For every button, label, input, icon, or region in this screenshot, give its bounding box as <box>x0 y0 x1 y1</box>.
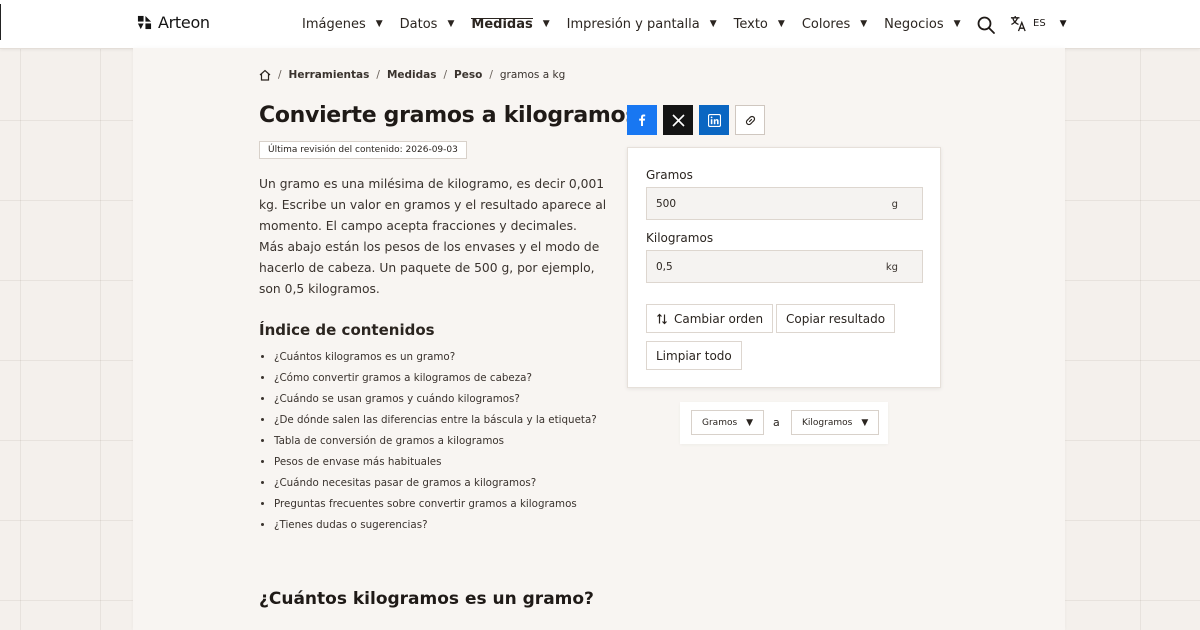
caret-down-icon: ▼ <box>709 19 717 29</box>
table-of-contents: ¿Cuántos kilogramos es un gramo? ¿Cómo c… <box>259 348 597 537</box>
toc-link[interactable]: ¿Tienes dudas o sugerencias? <box>274 516 597 537</box>
kilograms-field: kg <box>646 250 923 283</box>
toc-link[interactable]: Pesos de envase más habituales <box>274 453 597 474</box>
nav-item-negocios[interactable]: Negocios ▼ <box>884 0 960 48</box>
breadcrumb-separator: / <box>489 69 493 81</box>
caret-down-icon: ▼ <box>542 19 550 29</box>
to-field-label: Kilogramos <box>646 231 714 245</box>
nav-label: Texto <box>733 16 768 32</box>
nav-label: Imágenes <box>302 16 366 32</box>
swap-order-button[interactable]: Cambiar orden <box>646 304 774 333</box>
window-edge-line <box>0 4 1 40</box>
caret-down-icon: ▼ <box>375 19 383 29</box>
share-x-button[interactable] <box>663 105 693 135</box>
logo-text: Arteon <box>158 13 210 32</box>
home-icon[interactable] <box>259 69 271 81</box>
breadcrumb: / Herramientas / Medidas / Peso / gramos… <box>259 69 565 81</box>
x-icon <box>671 113 685 127</box>
kilograms-input[interactable] <box>647 251 876 282</box>
breadcrumb-link-medidas[interactable]: Medidas <box>387 69 437 81</box>
to-unit-value: Kilogramos <box>802 417 853 428</box>
link-icon <box>745 115 755 125</box>
unit-separator: a <box>773 416 780 429</box>
breadcrumb-link-peso[interactable]: Peso <box>454 69 482 81</box>
grams-field: g <box>646 187 923 220</box>
caret-down-icon: ▼ <box>1059 18 1067 29</box>
from-unit-select[interactable]: Gramos ▼ <box>691 410 765 435</box>
translate-icon <box>1010 15 1026 32</box>
nav-item-datos[interactable]: Datos ▼ <box>400 0 455 48</box>
nav-label: Negocios <box>884 16 944 32</box>
to-unit-select[interactable]: Kilogramos ▼ <box>791 410 880 435</box>
site-logo[interactable]: Arteon <box>137 13 210 32</box>
language-selector[interactable]: ES ▼ <box>1010 15 1067 32</box>
main-nav: Imágenes ▼ Datos ▼ Medidas ▼ Impresión y… <box>302 0 978 48</box>
from-unit-value: Gramos <box>702 417 738 428</box>
breadcrumb-separator: / <box>278 69 282 81</box>
intro-text: Un gramo es una milésima de kilogramo, e… <box>259 174 609 300</box>
unit-selector-bar: Gramos ▼ a Kilogramos ▼ <box>680 402 888 444</box>
grams-input[interactable] <box>647 188 876 219</box>
caret-down-icon: ▼ <box>447 19 455 29</box>
caret-down-icon: ▼ <box>953 19 961 29</box>
converter-card: Gramos g Kilogramos kg Cambiar orden Cop… <box>627 147 941 388</box>
nav-label: Colores <box>801 16 851 32</box>
clear-all-label: Limpiar todo <box>656 348 732 363</box>
toc-link[interactable]: ¿De dónde salen las diferencias entre la… <box>274 411 597 432</box>
revision-date-badge: Última revisión del contenido: 2026-09-0… <box>259 141 467 159</box>
toc-link[interactable]: ¿Cuándo se usan gramos y cuándo kilogram… <box>274 390 597 411</box>
caret-down-icon: ▼ <box>746 417 754 428</box>
nav-item-impresion-y-pantalla[interactable]: Impresión y pantalla ▼ <box>567 0 717 48</box>
linkedin-icon <box>707 113 721 127</box>
nav-item-texto[interactable]: Texto ▼ <box>734 0 785 48</box>
toc-link[interactable]: ¿Cómo convertir gramos a kilogramos de c… <box>274 369 597 390</box>
logo-mark-icon <box>137 15 152 30</box>
from-field-label: Gramos <box>646 168 693 182</box>
facebook-icon <box>639 114 646 126</box>
breadcrumb-separator: / <box>443 69 448 81</box>
share-facebook-button[interactable] <box>627 105 657 135</box>
nav-item-medidas[interactable]: Medidas ▼ <box>471 0 550 48</box>
toc-link[interactable]: Preguntas frecuentes sobre convertir gra… <box>274 495 597 516</box>
copy-result-button[interactable]: Copiar resultado <box>776 304 896 333</box>
section-heading: ¿Cuántos kilogramos es un gramo? <box>259 589 594 609</box>
grams-unit: g <box>891 199 898 210</box>
toc-link[interactable]: ¿Cuántos kilogramos es un gramo? <box>274 348 597 369</box>
breadcrumb-link-herramientas[interactable]: Herramientas <box>289 69 370 81</box>
nav-label: Datos <box>399 16 438 32</box>
search-icon[interactable] <box>976 15 996 35</box>
nav-item-imagenes[interactable]: Imágenes ▼ <box>302 0 383 48</box>
intro-paragraph: Un gramo es una milésima de kilogramo, e… <box>259 177 607 233</box>
nav-item-colores[interactable]: Colores ▼ <box>802 0 867 48</box>
swap-order-label: Cambiar orden <box>674 311 764 326</box>
kilograms-unit: kg <box>885 262 898 273</box>
swap-arrows-icon <box>657 313 667 324</box>
breadcrumb-separator: / <box>376 69 380 81</box>
caret-down-icon: ▼ <box>777 19 785 29</box>
share-buttons <box>627 105 765 135</box>
caret-down-icon: ▼ <box>860 19 868 29</box>
copy-result-label: Copiar resultado <box>786 311 886 326</box>
page-title: Convierte gramos a kilogramos <box>259 103 639 128</box>
language-code: ES <box>1033 18 1046 29</box>
intro-paragraph: Más abajo están los pesos de los envases… <box>259 240 600 296</box>
caret-down-icon: ▼ <box>861 417 869 428</box>
clear-all-button[interactable]: Limpiar todo <box>646 341 742 370</box>
nav-label: Medidas <box>471 16 534 32</box>
share-linkedin-button[interactable] <box>699 105 729 135</box>
nav-label: Impresión y pantalla <box>566 16 700 32</box>
toc-link[interactable]: ¿Cuándo necesitas pasar de gramos a kilo… <box>274 474 597 495</box>
toc-link[interactable]: Tabla de conversión de gramos a kilogram… <box>274 432 597 453</box>
breadcrumb-current: gramos a kg <box>499 69 566 81</box>
toc-title: Índice de contenidos <box>259 321 435 339</box>
top-navigation-bar: Arteon Imágenes ▼ Datos ▼ Medidas ▼ Impr… <box>0 0 1200 49</box>
copy-link-button[interactable] <box>735 105 765 135</box>
